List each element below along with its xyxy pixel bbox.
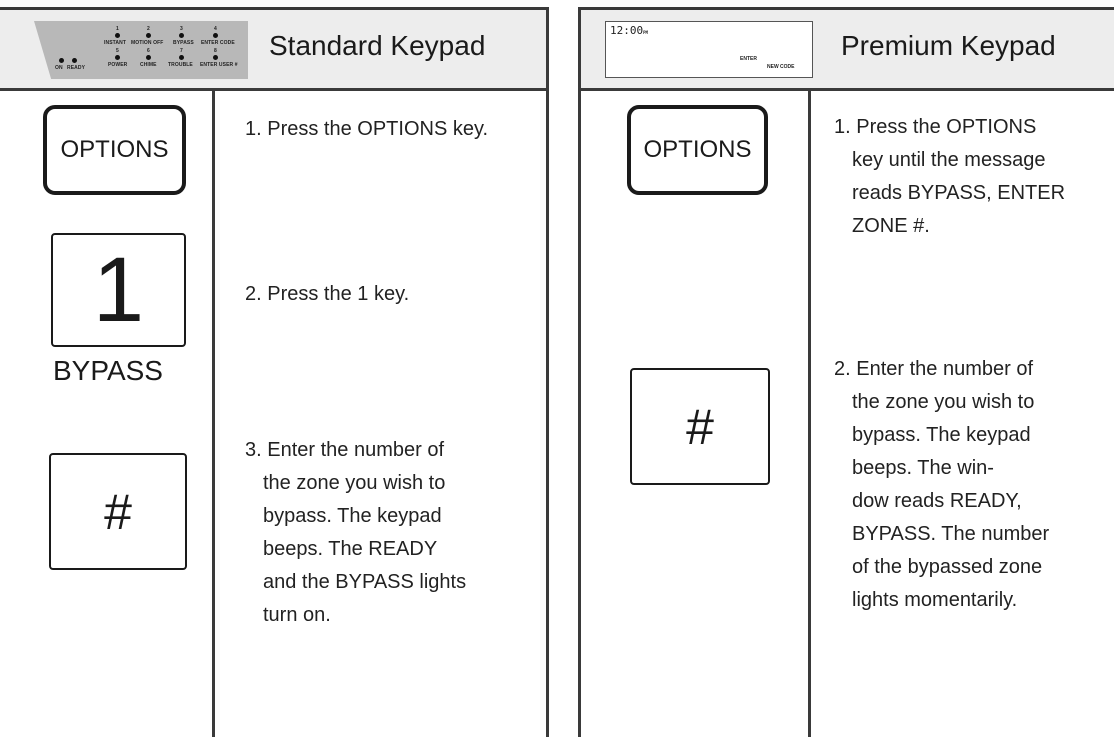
hash-key[interactable]: # [49, 453, 187, 570]
zone-number: 7 [180, 48, 183, 54]
standard-keypad-title: Standard Keypad [269, 30, 486, 61]
step-line: dow reads READY, [852, 490, 1022, 512]
step-line: of the bypassed zone [852, 556, 1043, 578]
zone-led-icon [213, 33, 218, 38]
zone-number: 2 [147, 26, 150, 32]
step-line: beeps. The READY [263, 538, 438, 560]
step-line: 3. Enter the number of [245, 439, 445, 461]
standard-keypad-header: ON READY 1 INSTANT 2 MOTION OFF 3 BYPASS… [0, 10, 546, 91]
step-line: 2. Press the 1 key. [245, 283, 410, 305]
zone-label: TROUBLE [168, 62, 193, 68]
premium-keypad-title: Premium Keypad [841, 30, 1056, 61]
step-line: key until the message [852, 149, 1046, 171]
lcd-pm: PM [643, 30, 648, 35]
step-line: the zone you wish to [263, 472, 446, 494]
step-3: 3. Enter the number of the zone you wish… [245, 434, 466, 632]
options-key[interactable]: OPTIONS [627, 105, 768, 195]
step-line: and the BYPASS lights [263, 571, 467, 593]
premium-keypad-panel: 12:00PM ENTER NEW CODE Premium Keypad OP… [578, 7, 1114, 737]
column-divider [808, 91, 811, 737]
step-line: the zone you wish to [852, 391, 1035, 413]
zone-led-icon [115, 33, 120, 38]
zone-number: 8 [214, 48, 217, 54]
step-1: 1. Press the OPTIONS key until the messa… [834, 111, 1065, 243]
one-key[interactable]: 1 [51, 233, 186, 347]
zone-label: BYPASS [173, 40, 194, 46]
zone-led-icon [115, 55, 120, 60]
zone-label: ENTER USER # [200, 62, 238, 68]
step-line: bypass. The keypad [852, 424, 1031, 446]
step-2: 2. Press the 1 key. [245, 278, 409, 311]
zone-label: MOTION OFF [131, 40, 164, 46]
standard-keypad-panel: ON READY 1 INSTANT 2 MOTION OFF 3 BYPASS… [0, 7, 549, 737]
standard-keypad-graphic: ON READY 1 INSTANT 2 MOTION OFF 3 BYPASS… [34, 21, 248, 79]
zone-led-icon [146, 33, 151, 38]
step-line: reads BYPASS, ENTER [852, 182, 1066, 204]
step-1: 1. Press the OPTIONS key. [245, 113, 488, 146]
zone-label: POWER [108, 62, 128, 68]
zone-label: ENTER CODE [201, 40, 235, 46]
zone-label: CHIME [140, 62, 157, 68]
step-line: lights momentarily. [852, 589, 1018, 611]
hash-key[interactable]: # [630, 368, 770, 485]
zone-number: 1 [116, 26, 119, 32]
ready-label: READY [67, 65, 86, 71]
ready-led-icon [72, 58, 77, 63]
step-2: 2. Enter the number of the zone you wish… [834, 353, 1049, 617]
lcd-time: 12:00PM [610, 24, 648, 37]
step-line: BYPASS. The number [852, 523, 1050, 545]
lcd-display: 12:00PM ENTER NEW CODE [605, 21, 813, 78]
lcd-new-code-label: NEW CODE [767, 64, 795, 70]
bypass-caption: BYPASS [53, 355, 163, 386]
zone-number: 5 [116, 48, 119, 54]
on-label: ON [55, 65, 63, 71]
options-key[interactable]: OPTIONS [43, 105, 186, 195]
lcd-time-value: 12:00 [610, 24, 644, 37]
step-line: bypass. The keypad [263, 505, 442, 527]
zone-led-icon [179, 33, 184, 38]
zone-number: 4 [214, 26, 217, 32]
step-line: beeps. The win- [852, 457, 994, 479]
zone-label: INSTANT [104, 40, 126, 46]
zone-led-icon [179, 55, 184, 60]
column-divider [212, 91, 215, 737]
lcd-enter-label: ENTER [740, 56, 757, 62]
zone-led-icon [146, 55, 151, 60]
zone-led-icon [213, 55, 218, 60]
on-led-icon [59, 58, 64, 63]
step-line: 1. Press the OPTIONS [834, 116, 1037, 138]
step-line: turn on. [263, 604, 331, 626]
step-line: ZONE #. [852, 215, 930, 237]
premium-keypad-header: 12:00PM ENTER NEW CODE Premium Keypad [581, 10, 1114, 91]
zone-number: 6 [147, 48, 150, 54]
zone-number: 3 [180, 26, 183, 32]
step-line: 1. Press the OPTIONS key. [245, 118, 489, 140]
step-line: 2. Enter the number of [834, 358, 1034, 380]
